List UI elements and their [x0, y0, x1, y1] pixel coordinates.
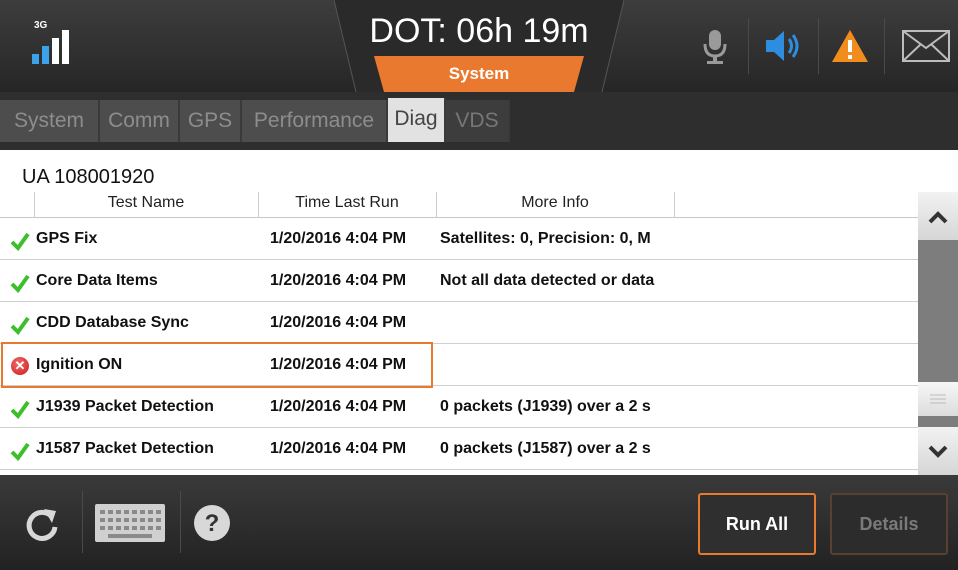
test-name: Core Data Items	[36, 272, 158, 289]
table-row[interactable]: CDD Database Sync 1/20/2016 4:04 PM	[0, 303, 918, 344]
signal-icon: 3G	[28, 18, 78, 78]
time-last-run: 1/20/2016 4:04 PM	[270, 398, 407, 415]
scrollbar-thumb[interactable]	[918, 382, 958, 416]
bottom-bar: ? Run All Details	[0, 475, 958, 570]
tab-gps[interactable]: GPS	[180, 100, 242, 142]
warning-icon[interactable]	[830, 28, 870, 64]
time-last-run: 1/20/2016 4:04 PM	[270, 440, 407, 457]
tab-comm[interactable]: Comm	[100, 100, 180, 142]
check-icon	[10, 316, 30, 335]
test-name: J1939 Packet Detection	[36, 398, 214, 415]
check-icon	[10, 274, 30, 293]
mail-icon[interactable]	[902, 30, 950, 66]
more-info: Not all data detected or data	[440, 272, 655, 289]
run-all-button[interactable]: Run All	[698, 493, 816, 555]
dot-hours-label: DOT: 06h 19m	[369, 12, 589, 50]
check-icon	[10, 400, 30, 419]
selected-row-highlight	[1, 342, 433, 388]
scrollbar[interactable]	[918, 192, 958, 475]
dot-sub-label: System	[448, 64, 510, 83]
dot-timer-panel[interactable]: DOT: 06h 19m System	[334, 0, 624, 92]
more-info: Satellites: 0, Precision: 0, M	[440, 230, 651, 247]
time-last-run: 1/20/2016 4:04 PM	[270, 230, 407, 247]
check-icon	[10, 232, 30, 251]
tab-vds[interactable]: VDS	[446, 100, 510, 142]
table-row[interactable]: J1939 Packet Detection 1/20/2016 4:04 PM…	[0, 387, 918, 428]
column-more-info[interactable]: More Info	[436, 194, 674, 212]
tab-bar: System Comm GPS Performance Diag VDS	[0, 92, 958, 150]
table-header: Test Name Time Last Run More Info	[0, 192, 918, 218]
unit-id: UA 108001920	[22, 166, 155, 188]
tab-diag[interactable]: Diag	[388, 98, 446, 142]
refresh-icon[interactable]	[22, 505, 62, 545]
test-name: J1587 Packet Detection	[36, 440, 214, 457]
top-bar: 3G DOT: 06h 19m System	[0, 0, 958, 92]
column-test-name[interactable]: Test Name	[36, 194, 256, 212]
keyboard-icon[interactable]	[94, 503, 166, 543]
column-time-last-run[interactable]: Time Last Run	[258, 194, 436, 212]
more-info: 0 packets (J1587) over a 2 s	[440, 440, 651, 457]
help-icon[interactable]: ?	[192, 503, 232, 543]
table-row[interactable]: Core Data Items 1/20/2016 4:04 PM Not al…	[0, 261, 918, 302]
network-type: 3G	[34, 20, 48, 31]
table-row[interactable]: J1587 Packet Detection 1/20/2016 4:04 PM…	[0, 429, 918, 470]
tab-system[interactable]: System	[0, 100, 100, 142]
check-icon	[10, 442, 30, 461]
test-name: CDD Database Sync	[36, 314, 189, 331]
chevron-up-icon	[928, 211, 948, 224]
table-row[interactable]: GPS Fix 1/20/2016 4:04 PM Satellites: 0,…	[0, 219, 918, 260]
time-last-run: 1/20/2016 4:04 PM	[270, 272, 407, 289]
test-name: GPS Fix	[36, 230, 98, 247]
scroll-up-button[interactable]	[918, 192, 958, 240]
time-last-run: 1/20/2016 4:04 PM	[270, 314, 407, 331]
scroll-down-button[interactable]	[918, 427, 958, 475]
details-button[interactable]: Details	[830, 493, 948, 555]
speaker-icon[interactable]	[764, 28, 804, 64]
svg-text:?: ?	[205, 510, 220, 537]
microphone-icon[interactable]	[702, 28, 728, 64]
chevron-down-icon	[928, 445, 948, 458]
tab-performance[interactable]: Performance	[242, 100, 388, 142]
diagnostics-panel: UA 108001920 Test Name Time Last Run Mor…	[0, 150, 958, 475]
more-info: 0 packets (J1939) over a 2 s	[440, 398, 651, 415]
